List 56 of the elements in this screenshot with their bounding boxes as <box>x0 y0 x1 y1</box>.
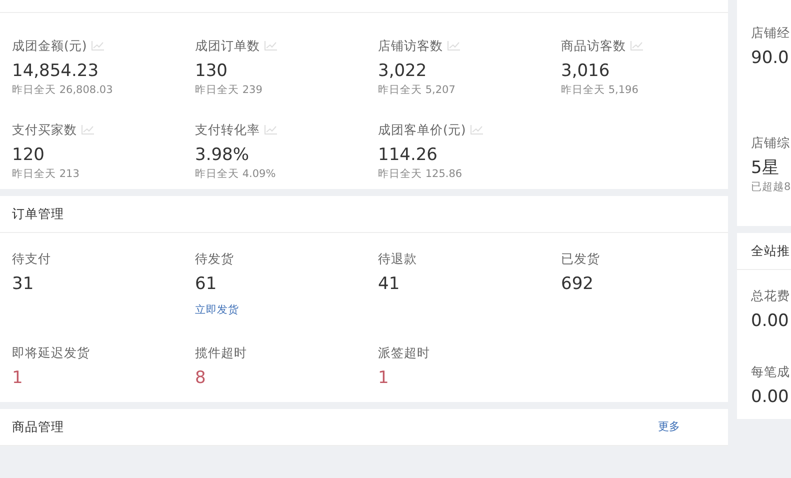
promo-label: 每笔成 <box>751 363 791 381</box>
metric-label: 支付买家数 <box>12 120 77 139</box>
more-link[interactable]: 更多 <box>658 418 680 436</box>
order-count: 1 <box>12 367 24 390</box>
metric-label: 成团客单价(元) <box>378 120 466 139</box>
order-status-label: 待支付 <box>12 250 52 268</box>
chart-icon[interactable] <box>264 125 277 135</box>
yesterday-value: 昨日全天 213 <box>12 167 80 181</box>
section-title: 商品管理 <box>12 418 64 436</box>
order-count: 8 <box>195 367 207 390</box>
metric-label: 成团金额(元) <box>12 36 87 55</box>
yesterday-value: 昨日全天 125.86 <box>378 167 464 181</box>
order-count: 692 <box>561 273 594 296</box>
metric-label: 店铺访客数 <box>378 36 443 55</box>
section-title: 订单管理 <box>12 204 64 223</box>
score-value: 90.0 <box>751 47 790 70</box>
order-status-label: 已发货 <box>561 250 601 268</box>
score-value: 5星 <box>751 157 780 180</box>
chart-icon[interactable] <box>630 41 643 51</box>
promo-label: 总花费 <box>751 287 791 305</box>
metric-label: 支付转化率 <box>195 120 260 139</box>
chart-icon[interactable] <box>447 41 460 51</box>
order-status-label: 即将延迟发货 <box>12 344 91 362</box>
chart-icon[interactable] <box>264 41 277 51</box>
order-count: 1 <box>378 367 390 390</box>
order-status-label: 揽件超时 <box>195 344 248 362</box>
metric-value: 3,022 <box>378 60 428 83</box>
yesterday-value: 昨日全天 5,207 <box>378 83 456 97</box>
chart-icon[interactable] <box>81 125 94 135</box>
order-status-label: 待发货 <box>195 250 235 268</box>
metric-value: 3.98% <box>195 144 250 167</box>
score-label: 店铺综 <box>751 134 791 152</box>
order-status-label: 待退款 <box>378 250 418 268</box>
order-count: 41 <box>378 273 401 296</box>
metric-label: 商品访客数 <box>561 36 626 55</box>
ship-now-link[interactable]: 立即发货 <box>195 304 239 316</box>
chart-icon[interactable] <box>470 125 483 135</box>
score-label: 店铺经 <box>751 24 791 42</box>
order-status-label: 派签超时 <box>378 344 431 362</box>
section-title: 全站推 <box>751 242 790 260</box>
score-note: 已超越8 <box>751 180 791 194</box>
yesterday-value: 昨日全天 26,808.03 <box>12 83 114 97</box>
promo-value: 0.00 <box>751 310 790 333</box>
metric-value: 130 <box>195 60 228 83</box>
metric-label: 成团订单数 <box>195 36 260 55</box>
metric-value: 3,016 <box>561 60 611 83</box>
order-count: 31 <box>12 273 35 296</box>
metric-value: 114.26 <box>378 144 438 167</box>
order-count: 61 <box>195 273 218 296</box>
chart-icon[interactable] <box>90 41 104 51</box>
yesterday-value: 昨日全天 5,196 <box>561 83 640 97</box>
yesterday-value: 昨日全天 239 <box>195 83 264 97</box>
metric-value: 14,854.23 <box>12 60 100 83</box>
promo-value: 0.00 <box>751 386 790 409</box>
metric-value: 120 <box>12 144 46 167</box>
yesterday-value: 昨日全天 4.09% <box>195 167 277 181</box>
